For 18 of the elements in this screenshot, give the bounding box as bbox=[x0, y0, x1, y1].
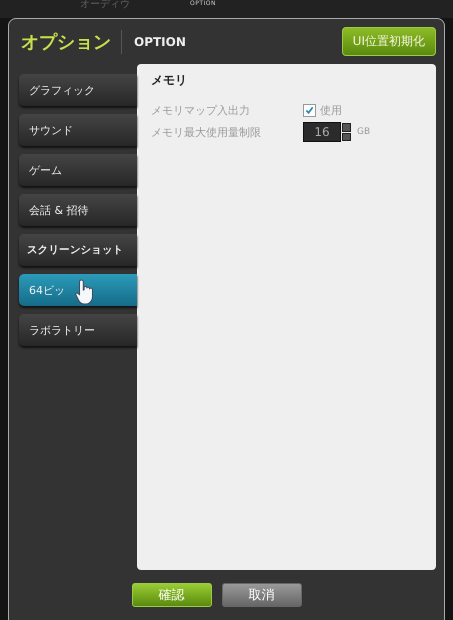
spinner-arrows-icon[interactable] bbox=[342, 123, 351, 141]
checkbox-label: 使用 bbox=[320, 102, 342, 118]
window-subtitle: OPTION bbox=[134, 34, 186, 48]
setting-label: メモリマップ入出力 bbox=[151, 102, 251, 118]
sidebar-tab[interactable]: 会話 & 招待 bbox=[19, 194, 137, 226]
setting-label: メモリ最大使用量制限 bbox=[151, 124, 262, 140]
sidebar-tab[interactable]: ゲーム bbox=[19, 154, 137, 186]
sidebar-tab[interactable]: ラボラトリー bbox=[19, 314, 137, 346]
checkbox[interactable] bbox=[303, 104, 316, 116]
section-heading: メモリ bbox=[151, 72, 188, 89]
cancel-button[interactable]: 取消 bbox=[222, 583, 302, 607]
background-label: オーディウ bbox=[80, 0, 130, 10]
sidebar-tab[interactable]: グラフィック bbox=[19, 74, 137, 106]
sidebar-tab[interactable]: スクリーンショット bbox=[19, 234, 137, 266]
window-title: オプション bbox=[21, 30, 122, 54]
number-field[interactable]: 16 bbox=[303, 122, 341, 142]
sidebar-tab[interactable]: サウンド bbox=[19, 114, 137, 146]
unit-label: GB bbox=[357, 127, 370, 137]
